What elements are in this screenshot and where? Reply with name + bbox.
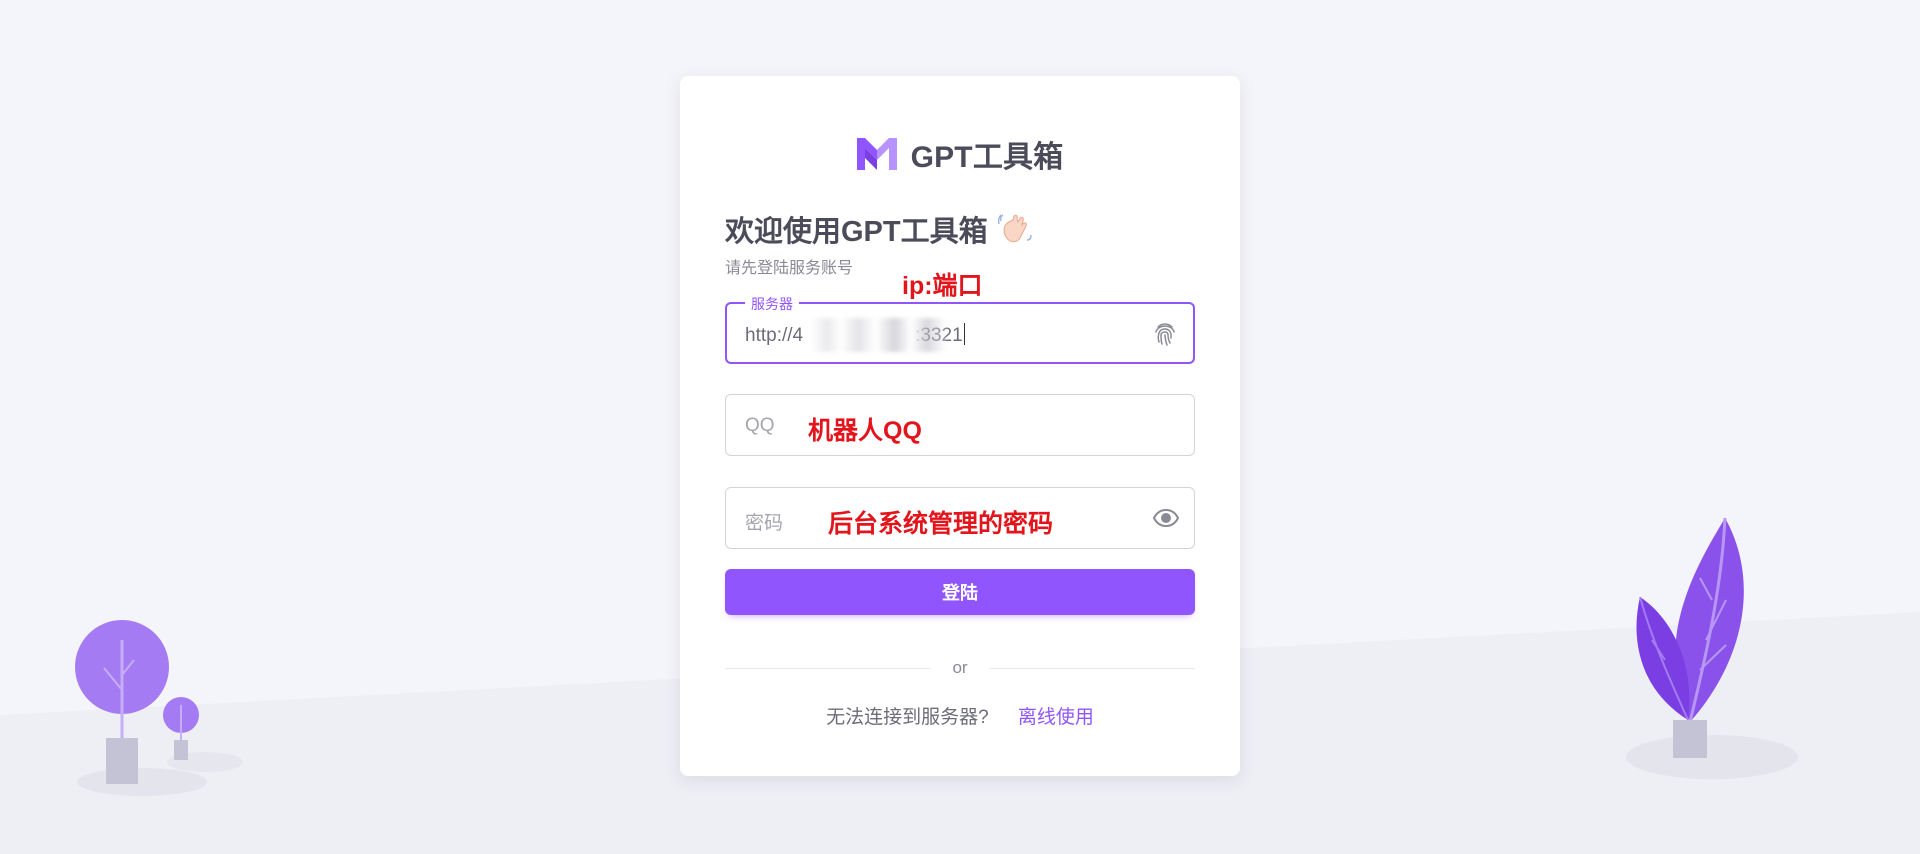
offline-prompt: 无法连接到服务器? 离线使用 [680, 702, 1240, 729]
fingerprint-icon[interactable] [1151, 320, 1179, 348]
server-annotation: ip:端口 [902, 272, 983, 300]
login-page: GPT工具箱 欢迎使用GPT工具箱 请先登陆服务账号 ip:端口 服务器 htt… [0, 0, 1920, 854]
server-field-label: 服务器 [745, 294, 799, 314]
qq-annotation: 机器人QQ [808, 417, 922, 445]
divider-text: or [952, 658, 968, 677]
server-value-prefix: http://4 [745, 325, 804, 346]
welcome-subtitle: 请先登陆服务账号 [725, 260, 854, 277]
password-annotation: 后台系统管理的密码 [828, 510, 1054, 538]
login-card: GPT工具箱 欢迎使用GPT工具箱 请先登陆服务账号 ip:端口 服务器 htt… [680, 76, 1240, 776]
waving-hand-icon [997, 214, 1032, 243]
eye-icon[interactable] [1152, 504, 1180, 532]
divider-line-right [989, 667, 1195, 669]
divider-line-left [725, 667, 931, 669]
m-logo-icon [856, 138, 897, 170]
password-input[interactable]: 密码 [745, 508, 783, 535]
brand-header: GPT工具箱 [680, 132, 1240, 176]
password-field[interactable]: 密码 后台系统管理的密码 [725, 487, 1195, 549]
offline-question: 无法连接到服务器? [826, 707, 989, 728]
qq-field[interactable]: QQ 机器人QQ [725, 394, 1195, 456]
brand-name: GPT工具箱 [910, 141, 1064, 174]
server-field[interactable]: 服务器 http://4:3321 [725, 294, 1195, 364]
offline-use-link[interactable]: 离线使用 [1018, 707, 1094, 728]
redaction-blur [811, 318, 946, 352]
qq-input[interactable]: QQ [745, 415, 775, 437]
login-button[interactable]: 登陆 [725, 569, 1195, 615]
or-divider: or [725, 658, 1195, 678]
welcome-title: 欢迎使用GPT工具箱 [725, 216, 988, 248]
welcome-heading: 欢迎使用GPT工具箱 [725, 208, 1032, 250]
